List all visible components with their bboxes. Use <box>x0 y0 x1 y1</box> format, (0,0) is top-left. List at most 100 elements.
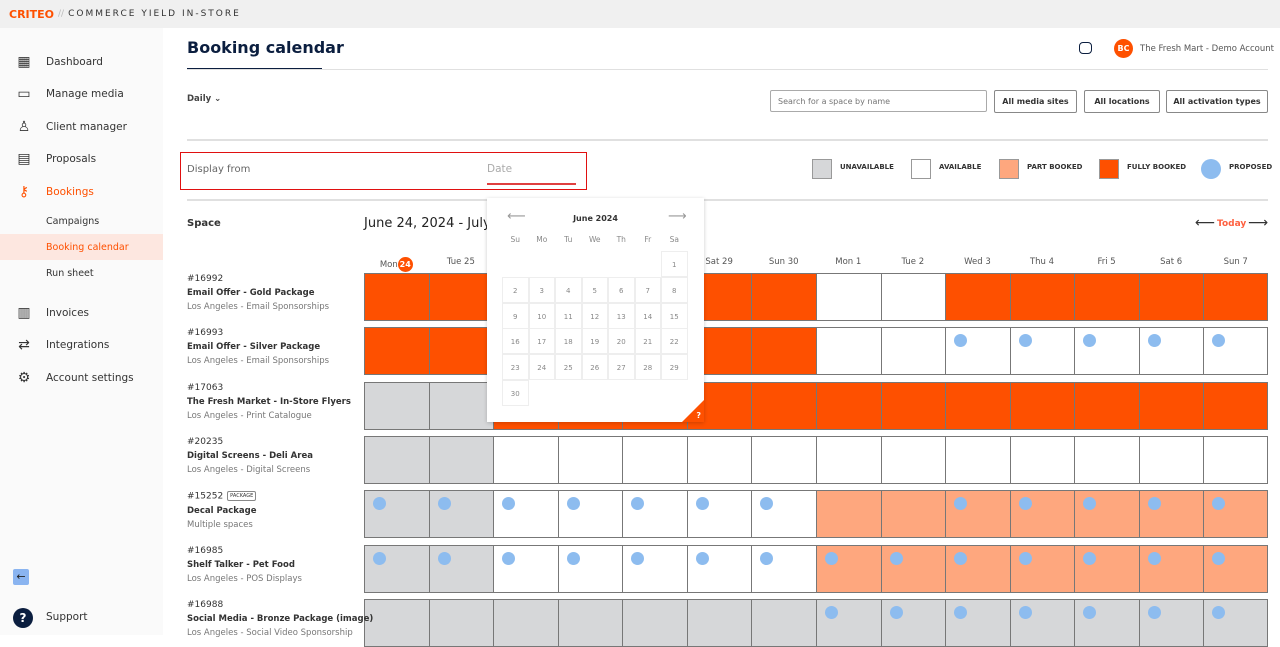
help-icon[interactable]: ? <box>13 608 33 628</box>
booking-cell[interactable] <box>815 273 882 321</box>
booking-cell[interactable] <box>880 435 946 484</box>
space-row-info[interactable]: #16993 Email Offer - Silver Package Los An… <box>187 328 329 366</box>
booking-cell[interactable] <box>945 273 1011 321</box>
calendar-day[interactable]: 21 <box>634 328 661 355</box>
booking-cell[interactable] <box>1138 490 1204 539</box>
booking-cell[interactable] <box>1074 327 1140 376</box>
media-sites-filter[interactable]: All media sites <box>994 90 1077 113</box>
calendar-day[interactable]: 6 <box>608 276 635 303</box>
booking-cell[interactable] <box>622 544 688 593</box>
booking-cell[interactable] <box>751 598 817 647</box>
booking-cell[interactable] <box>1009 544 1075 593</box>
space-row-info[interactable]: #16985 Shelf Talker - Pet Food Los Angeles… <box>187 546 302 584</box>
booking-cell[interactable] <box>1074 544 1140 593</box>
sidebar-item-account-settings[interactable]: ⚙ Account settings <box>0 365 163 391</box>
booking-cell[interactable] <box>1203 598 1268 647</box>
chat-icon[interactable] <box>1079 42 1092 54</box>
booking-cell[interactable] <box>364 598 430 647</box>
booking-cell[interactable] <box>1009 273 1075 321</box>
booking-cell[interactable] <box>1203 544 1268 593</box>
calendar-day[interactable]: 4 <box>555 276 582 303</box>
calendar-day[interactable]: 26 <box>581 354 608 381</box>
calendar-day[interactable]: 29 <box>661 354 688 381</box>
booking-cell[interactable] <box>557 490 623 539</box>
booking-cell[interactable] <box>1203 273 1268 321</box>
calendar-day[interactable]: 24 <box>528 354 555 381</box>
booking-cell[interactable] <box>945 598 1011 647</box>
booking-cell[interactable] <box>751 490 817 539</box>
booking-cell[interactable] <box>815 435 882 484</box>
booking-cell[interactable] <box>1074 273 1140 321</box>
space-row-info[interactable]: #17063 The Fresh Market - In-Store Flyers… <box>187 383 351 421</box>
booking-cell[interactable] <box>1138 544 1204 593</box>
booking-cell[interactable] <box>428 381 494 430</box>
sidebar-item-support[interactable]: Support <box>46 611 88 623</box>
booking-cell[interactable] <box>1138 598 1204 647</box>
today-button[interactable]: Today <box>1217 219 1246 229</box>
calendar-day[interactable]: 16 <box>502 328 529 355</box>
calendar-day[interactable]: 23 <box>502 354 529 381</box>
booking-cell[interactable] <box>1074 598 1140 647</box>
booking-cell[interactable] <box>1138 273 1204 321</box>
booking-cell[interactable] <box>686 435 752 484</box>
calendar-day[interactable]: 7 <box>634 276 661 303</box>
calendar-day[interactable]: 19 <box>581 328 608 355</box>
calendar-day[interactable]: 11 <box>555 302 582 329</box>
sidebar-item-invoices[interactable]: ▥ Invoices <box>0 300 163 326</box>
prev-arrow-icon[interactable]: ⟵ <box>1195 215 1215 231</box>
next-month-arrow-icon[interactable]: ⟶ <box>668 209 687 224</box>
booking-cell[interactable] <box>1009 327 1075 376</box>
booking-cell[interactable] <box>428 544 494 593</box>
booking-cell[interactable] <box>364 381 430 430</box>
booking-cell[interactable] <box>880 544 946 593</box>
booking-cell[interactable] <box>815 598 882 647</box>
booking-cell[interactable] <box>1138 381 1204 430</box>
booking-cell[interactable] <box>945 327 1011 376</box>
booking-cell[interactable] <box>1203 435 1268 484</box>
calendar-day[interactable]: 15 <box>661 302 688 329</box>
booking-cell[interactable] <box>686 544 752 593</box>
booking-cell[interactable] <box>945 435 1011 484</box>
booking-cell[interactable] <box>557 435 623 484</box>
calendar-day[interactable]: 30 <box>502 380 529 406</box>
locations-filter[interactable]: All locations <box>1084 90 1160 113</box>
calendar-day[interactable]: 12 <box>581 302 608 329</box>
booking-cell[interactable] <box>751 381 817 430</box>
calendar-day[interactable]: 25 <box>555 354 582 381</box>
booking-cell[interactable] <box>751 327 817 376</box>
avatar[interactable]: BC <box>1114 39 1133 58</box>
calendar-day[interactable]: 13 <box>608 302 635 329</box>
calendar-day[interactable]: 17 <box>528 328 555 355</box>
account-name[interactable]: The Fresh Mart - Demo Account <box>1140 44 1274 54</box>
booking-cell[interactable] <box>751 435 817 484</box>
booking-cell[interactable] <box>686 490 752 539</box>
space-row-info[interactable]: #16992 Email Offer - Gold Package Los Ange… <box>187 274 329 312</box>
booking-cell[interactable] <box>428 273 494 321</box>
booking-cell[interactable] <box>880 327 946 376</box>
sidebar-item-dashboard[interactable]: ▦ Dashboard <box>0 49 163 75</box>
calendar-day[interactable]: 9 <box>502 302 529 329</box>
date-input[interactable]: Date <box>487 163 512 175</box>
calendar-day[interactable]: 28 <box>634 354 661 381</box>
space-row-info[interactable]: #16988 Social Media - Bronze Package (ima… <box>187 600 373 638</box>
calendar-day[interactable]: 2 <box>502 276 529 303</box>
booking-cell[interactable] <box>1009 435 1075 484</box>
booking-cell[interactable] <box>1009 381 1075 430</box>
collapse-sidebar-arrow-icon[interactable]: ← <box>13 569 29 585</box>
sidebar-item-manage-media[interactable]: ▭ Manage media <box>0 81 163 107</box>
booking-cell[interactable] <box>428 490 494 539</box>
booking-cell[interactable] <box>364 490 430 539</box>
booking-cell[interactable] <box>1138 435 1204 484</box>
activation-types-filter[interactable]: All activation types <box>1166 90 1268 113</box>
view-dropdown[interactable]: Daily ⌄ <box>187 94 221 104</box>
booking-cell[interactable] <box>880 381 946 430</box>
next-arrow-icon[interactable]: ⟶ <box>1248 215 1268 231</box>
space-row-info[interactable]: #20235 Digital Screens - Deli Area Los Ang… <box>187 437 313 475</box>
sidebar-subitem[interactable]: Run sheet <box>0 260 163 286</box>
booking-cell[interactable] <box>1203 327 1268 376</box>
booking-cell[interactable] <box>1074 381 1140 430</box>
booking-cell[interactable] <box>493 435 559 484</box>
booking-cell[interactable] <box>364 544 430 593</box>
booking-cell[interactable] <box>815 381 882 430</box>
booking-cell[interactable] <box>428 598 494 647</box>
